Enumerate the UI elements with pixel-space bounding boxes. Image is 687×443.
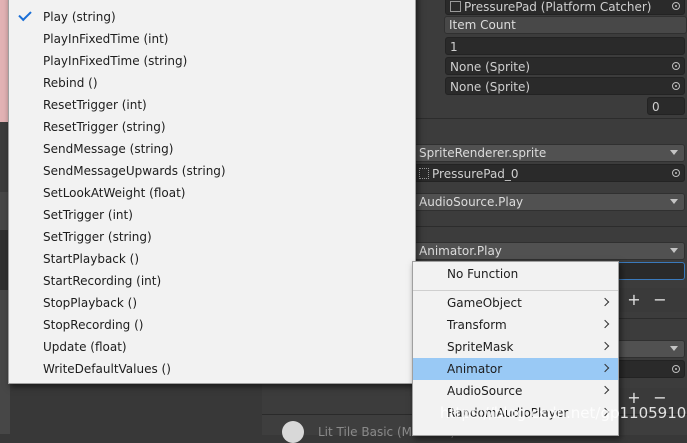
function-dropdown-1[interactable]: SpriteRenderer.sprite [414,144,685,162]
checkmark-icon [18,7,32,22]
function-menu-item-label: ResetTrigger (int) [43,98,147,112]
sprite-icon [419,168,429,179]
function-menu-item[interactable]: SendMessageUpwards (string) [9,160,415,182]
function-menu-item[interactable]: ResetTrigger (int) [9,94,415,116]
function-menu-item[interactable]: Play (string) [9,6,415,28]
function-dropdown-2-label: AudioSource.Play [419,195,524,209]
object-picker-icon[interactable] [672,82,680,90]
function-menu-item[interactable]: StopRecording () [9,314,415,336]
chevron-down-icon [670,150,678,155]
function-menu-item[interactable]: SendMessage (string) [9,138,415,160]
function-menu-item-label: PlayInFixedTime (int) [43,32,169,46]
function-menu-item[interactable]: StartPlayback () [9,248,415,270]
chevron-down-icon [670,199,678,204]
function-3-param-field[interactable] [617,262,685,280]
chevron-down-icon [670,346,678,351]
int-value: 0 [652,100,660,114]
function-4-object-field[interactable] [617,360,685,378]
component-menu-item-label: AudioSource [447,384,523,398]
function-menu-item[interactable]: StartRecording (int) [9,270,415,292]
chevron-right-icon [600,319,610,329]
list-controls: + − [617,288,687,312]
chevron-right-icon [600,341,610,351]
object-picker-icon[interactable] [672,2,680,10]
object-picker-icon[interactable] [672,169,680,177]
function-dropdown-3-label: Animator.Play [419,244,502,258]
object-picker-icon[interactable] [672,62,680,70]
function-menu-item[interactable]: Update (float) [9,336,415,358]
component-menu-item[interactable]: Animator [413,358,618,380]
chevron-right-icon [600,363,610,373]
function-menu-item[interactable]: SetTrigger (int) [9,204,415,226]
function-menu-item[interactable]: SetLookAtWeight (float) [9,182,415,204]
function-menu-item-label: Rebind () [43,76,98,90]
component-menu-item[interactable]: GameObject [413,292,618,314]
function-1-object-field[interactable]: PressurePad_0 [414,164,685,182]
function-menu-item[interactable]: PlayInFixedTime (int) [9,28,415,50]
no-function-item[interactable]: No Function [413,263,618,285]
function-menu-item-label: SendMessage (string) [43,142,174,156]
function-dropdown-3[interactable]: Animator.Play [414,242,685,260]
function-dropdown-menu: Play (string) PlayInFixedTime (int) PlayIn… [8,0,416,384]
add-button[interactable]: + [621,290,647,310]
item-count-label: Item Count [449,18,516,32]
object-picker-icon[interactable] [672,365,680,373]
component-menu-item-label: SpriteMask [447,340,514,354]
function-menu-item-label: Update (float) [43,340,127,354]
function-dropdown-1-label: SpriteRenderer.sprite [419,146,547,160]
function-1-object-label: PressurePad_0 [432,167,519,181]
function-menu-item[interactable]: SetTrigger (string) [9,226,415,248]
chevron-down-icon [670,248,678,253]
function-menu-item-label: WriteDefaultValues () [43,362,171,376]
watermark-text: https://blog.csdn.net/gp1105910 [440,404,687,422]
function-dropdown-4[interactable] [617,340,685,358]
component-menu-item-label: Transform [447,318,507,332]
material-sphere-icon [282,421,304,443]
function-menu-item[interactable]: ResetTrigger (string) [9,116,415,138]
sprite-field-2-label: None (Sprite) [450,80,531,94]
function-menu-item[interactable]: Rebind () [9,72,415,94]
function-menu-item[interactable]: PlayInFixedTime (string) [9,50,415,72]
component-menu-item-label: GameObject [447,296,522,310]
item-count-value: 1 [450,40,458,54]
chevron-right-icon [600,385,610,395]
chevron-right-icon [600,297,610,307]
component-menu-item-label: Animator [447,362,503,376]
function-menu-item[interactable]: WriteDefaultValues () [9,358,415,380]
object-field-label: PressurePad (Platform Catcher) [464,0,652,14]
int-value-input[interactable]: 0 [647,97,685,115]
item-count-header[interactable]: Item Count [444,16,687,34]
no-function-label: No Function [447,267,519,281]
object-field-pressurepad[interactable]: PressurePad (Platform Catcher) [445,0,685,15]
function-dropdown-2[interactable]: AudioSource.Play [414,193,685,211]
component-menu-item[interactable]: SpriteMask [413,336,618,358]
function-menu-item-label: ResetTrigger (string) [43,120,166,134]
component-menu-item[interactable]: AudioSource [413,380,618,402]
menu-separator [413,290,618,291]
sprite-field-1-label: None (Sprite) [450,60,531,74]
function-menu-item-label: SetTrigger (string) [43,230,152,244]
function-menu-item-label: PlayInFixedTime (string) [43,54,188,68]
function-menu-item-label: StopPlayback () [43,296,138,310]
function-menu-item-label: StartPlayback () [43,252,140,266]
sprite-field-2[interactable]: None (Sprite) [445,77,685,95]
remove-button[interactable]: − [647,290,673,310]
function-menu-item-label: Play (string) [43,10,116,24]
function-menu-item-label: StartRecording (int) [43,274,162,288]
function-menu-item-label: StopRecording () [43,318,144,332]
function-menu-item-label: SendMessageUpwards (string) [43,164,226,178]
game-object-icon [450,1,461,12]
function-menu-item-label: SetLookAtWeight (float) [43,186,186,200]
item-count-input[interactable]: 1 [445,37,685,55]
function-menu-item[interactable]: StopPlayback () [9,292,415,314]
sprite-field-1[interactable]: None (Sprite) [445,57,685,75]
component-menu-item[interactable]: Transform [413,314,618,336]
function-menu-item-label: SetTrigger (int) [43,208,133,222]
